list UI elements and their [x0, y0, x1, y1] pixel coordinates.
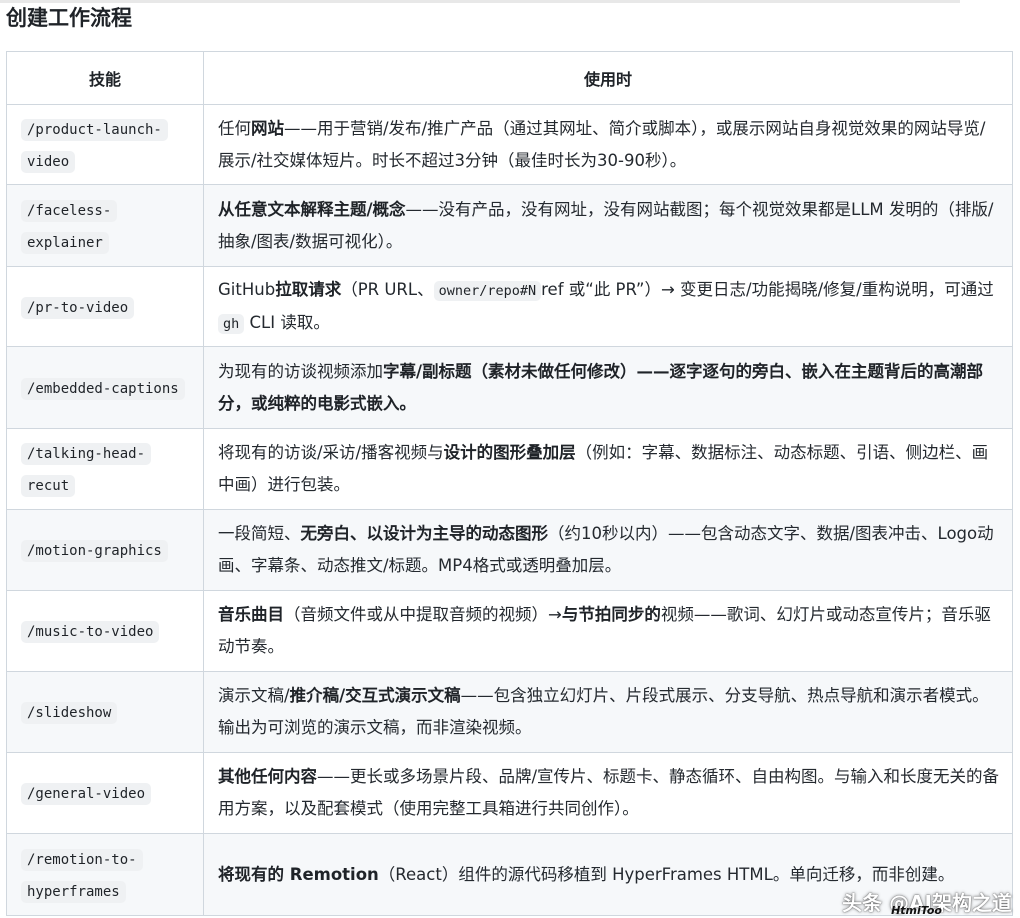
- skill-command: /music-to-video: [21, 621, 160, 643]
- bold-text: 拉取请求: [275, 279, 342, 299]
- skills-table: 技能 使用时 /product-launch-video 任何网站——用于营销/发…: [6, 51, 1013, 916]
- table-row: /product-launch-video 任何网站——用于营销/发布/推广产品（…: [6, 104, 1013, 185]
- bold-text: 从任意文本解释主题/概念: [218, 199, 406, 219]
- usage-cell: 音乐曲目（音频文件或从中提取音频的视频）→与节拍同步的视频——歌词、幻灯片或动态…: [203, 590, 1013, 672]
- table-row: /general-video 其他任何内容——更长或多场景片段、品牌/宣传片、标题…: [6, 752, 1013, 834]
- header-usage: 使用时: [203, 51, 1013, 105]
- skill-cell: /music-to-video: [6, 590, 204, 672]
- skill-command: /motion-graphics: [21, 540, 168, 562]
- skill-cell: /faceless-explainer: [6, 184, 204, 267]
- table-row: /music-to-video 音乐曲目（音频文件或从中提取音频的视频）→与节拍同…: [6, 590, 1013, 672]
- bold-text: 推介稿/交互式演示文稿: [289, 686, 461, 705]
- skill-cell: /talking-head-recut: [6, 428, 204, 510]
- usage-cell: 演示文稿/推介稿/交互式演示文稿——包含独立幻灯片、片段式展示、分支导航、热点导…: [203, 671, 1013, 753]
- usage-cell: 为现有的访谈视频添加字幕/副标题（素材未做任何修改）——逐字逐句的旁白、嵌入在主…: [203, 346, 1013, 429]
- table-row: /pr-to-video GitHub拉取请求（PR URL、 owner/repo…: [6, 266, 1013, 347]
- inline-code: owner/repo#N: [433, 280, 542, 301]
- skill-command: /pr-to-video: [21, 296, 135, 319]
- top-divider: [0, 0, 960, 3]
- text-segment: 演示文稿/: [218, 686, 290, 705]
- table-row: /talking-head-recut 将现有的访谈/采访/播客视频与设计的图形叠…: [6, 428, 1013, 510]
- skill-cell: /slideshow: [6, 671, 204, 753]
- skill-cell: /remotion-to-hyperframes: [6, 833, 204, 916]
- skill-cell: /embedded-captions: [6, 346, 204, 429]
- usage-cell: 一段简短、无旁白、以设计为主导的动态图形（约10秒以内）——包含动态文字、数据/…: [203, 509, 1013, 591]
- skill-command: /product-launch-video: [21, 118, 168, 173]
- text-segment: （PR URL、: [341, 279, 434, 299]
- text-segment: （音频文件或从中提取音频的视频）→: [284, 605, 562, 624]
- table-row: /slideshow 演示文稿/推介稿/交互式演示文稿——包含独立幻灯片、片段式展…: [6, 671, 1013, 753]
- text-segment: ——用于营销/发布/推广产品（通过其网址、简介或脚本），或展示网站自身视觉效果的…: [218, 118, 986, 170]
- skill-command: /embedded-captions: [21, 377, 185, 400]
- skill-command: /faceless-explainer: [21, 199, 118, 254]
- usage-cell: 将现有的访谈/采访/播客视频与设计的图形叠加层（例如：字幕、数据标注、动态标题、…: [203, 428, 1013, 510]
- text-segment: ——更长或多场景片段、品牌/宣传片、标题卡、静态循环、自由构图。与输入和长度无关…: [218, 767, 1000, 818]
- usage-cell: 其他任何内容——更长或多场景片段、品牌/宣传片、标题卡、静态循环、自由构图。与输…: [203, 752, 1013, 834]
- text-segment: 为现有的访谈视频添加: [218, 361, 383, 381]
- skill-cell: /general-video: [6, 752, 204, 834]
- table-row: /faceless-explainer 从任意文本解释主题/概念——没有产品，没有…: [6, 184, 1013, 267]
- skill-command: /slideshow: [21, 702, 118, 724]
- text-segment: CLI 读取。: [244, 312, 330, 332]
- usage-cell: GitHub拉取请求（PR URL、 owner/repo#N ref 或“此 PR…: [203, 266, 1013, 347]
- bold-text: 其他任何内容: [218, 767, 317, 786]
- skill-command: /general-video: [21, 783, 152, 805]
- page-title: 创建工作流程: [6, 6, 132, 30]
- skill-cell: /product-launch-video: [6, 104, 204, 185]
- skill-command: /talking-head-recut: [21, 443, 152, 497]
- text-segment: 将现有的访谈/采访/播客视频与: [218, 443, 444, 462]
- usage-cell: 从任意文本解释主题/概念——没有产品，没有网址，没有网站截图；每个视觉效果都是L…: [203, 184, 1013, 267]
- text-segment: 一段简短、: [218, 524, 301, 543]
- skill-cell: /motion-graphics: [6, 509, 204, 591]
- bold-text: 网站: [251, 118, 284, 138]
- skill-cell: /pr-to-video: [6, 266, 204, 347]
- inline-code: gh: [218, 313, 245, 334]
- table-header-row: 技能 使用时: [6, 51, 1013, 105]
- header-skill: 技能: [6, 51, 204, 105]
- table-row: /motion-graphics 一段简短、无旁白、以设计为主导的动态图形（约10…: [6, 509, 1013, 591]
- usage-cell: 任何网站——用于营销/发布/推广产品（通过其网址、简介或脚本），或展示网站自身视…: [203, 104, 1013, 185]
- watermark: 头条 @AI架构之道 HtmiToo: [842, 890, 1012, 917]
- watermark-sub-text: HtmiToo: [891, 904, 942, 917]
- bold-text: 音乐曲目: [218, 605, 284, 624]
- bold-text: 将现有的 Remotion: [218, 864, 379, 884]
- text-segment: GitHub: [218, 279, 276, 299]
- table-row: /embedded-captions 为现有的访谈视频添加字幕/副标题（素材未做任…: [6, 346, 1013, 429]
- bold-text: 无旁白、以设计为主导的动态图形: [300, 524, 549, 543]
- text-segment: 任何: [218, 118, 251, 138]
- skill-command: /remotion-to-hyperframes: [21, 848, 143, 903]
- bold-text: 与节拍同步的: [561, 605, 661, 624]
- bold-text: 设计的图形叠加层: [443, 443, 576, 462]
- text-segment: （React）组件的源代码移植到 HyperFrames HTML。单向迁移，而…: [378, 864, 955, 884]
- page: 创建工作流程 技能 使用时 /product-launch-video 任何网站—…: [0, 0, 1020, 918]
- text-segment: ref 或“此 PR”）→ 变更日志/功能揭晓/修复/重构说明，可通过: [541, 279, 994, 299]
